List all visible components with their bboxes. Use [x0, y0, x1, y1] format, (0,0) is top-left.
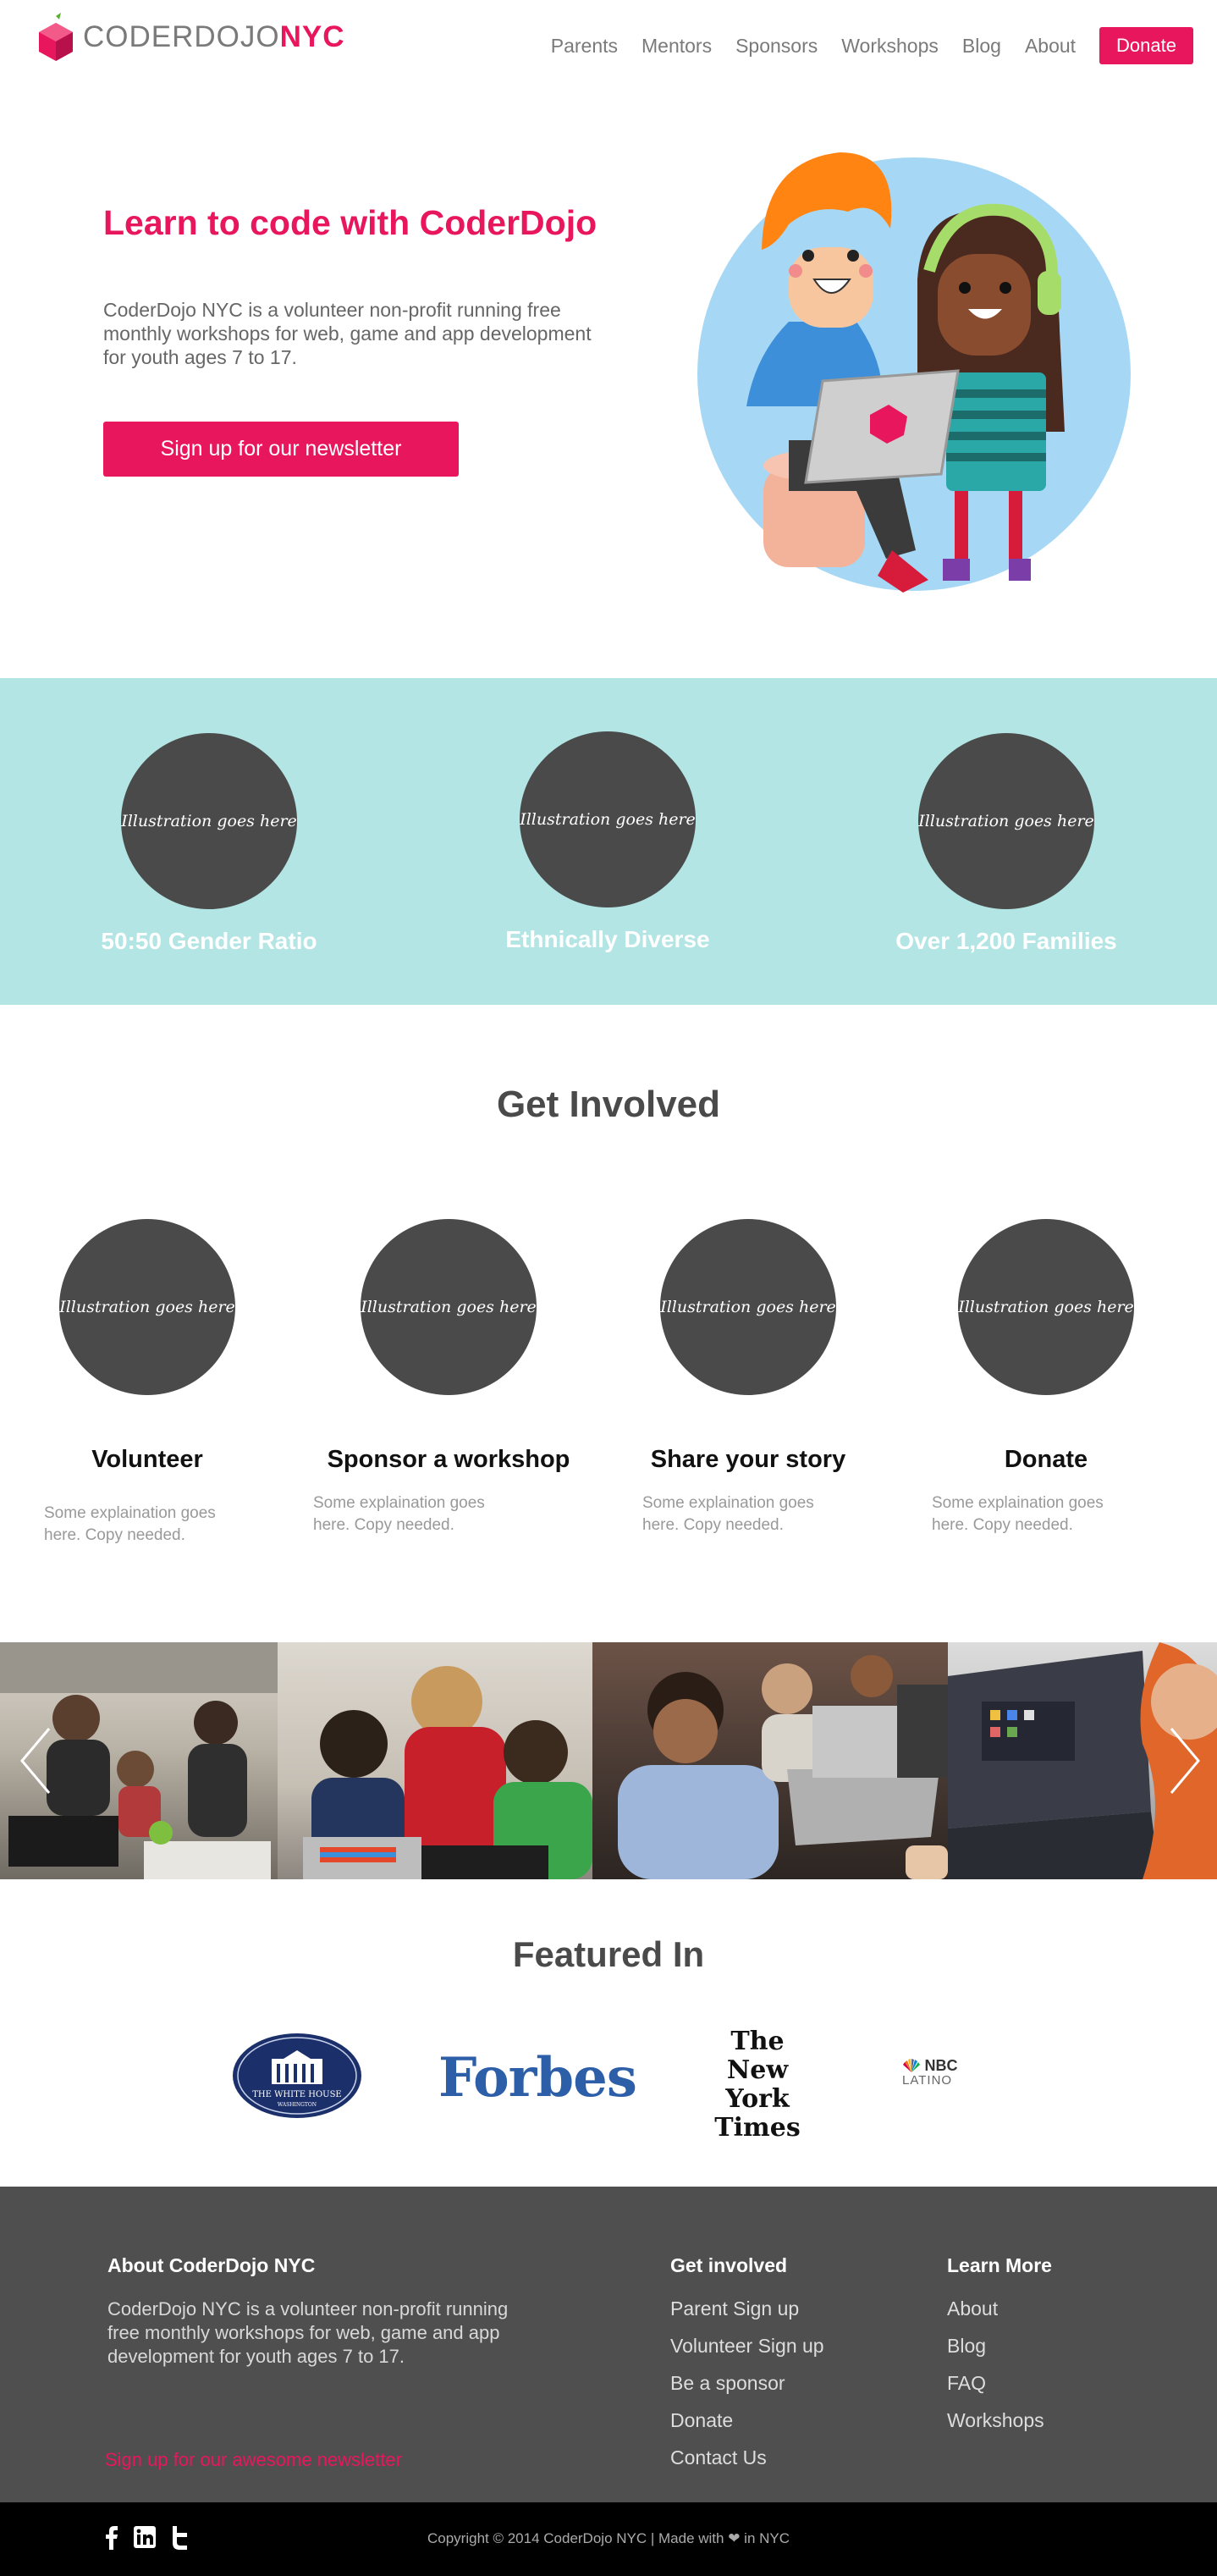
illustration-placeholder: Illustration goes here: [520, 731, 696, 907]
stat-label: Ethnically Diverse: [505, 926, 710, 952]
footer-learn-heading: Learn More: [947, 2254, 1052, 2276]
stat-families: Illustration goes here Over 1,200 Famili…: [824, 733, 1188, 955]
carousel-prev-arrow[interactable]: [19, 1727, 52, 1795]
hero-title: Learn to code with CoderDojo: [103, 203, 597, 242]
card-description: Some explaination goes here. Copy needed…: [642, 1494, 814, 1534]
card-description: Some explaination goes here. Copy needed…: [932, 1494, 1104, 1534]
footer-link-contact[interactable]: Contact Us: [670, 2446, 824, 2469]
featured-heading: Featured In: [512, 1934, 705, 1974]
nav-parents[interactable]: Parents: [551, 35, 618, 58]
card-description: Some explaination goes here. Copy needed…: [44, 1504, 216, 1544]
stat-label: 50:50 Gender Ratio: [101, 928, 317, 954]
footer-newsletter-link[interactable]: Sign up for our awesome newsletter: [105, 2449, 402, 2471]
site-header: CODERDOJONYC Parents Mentors Sponsors Wo…: [0, 0, 1217, 91]
card-title: Sponsor a workshop: [327, 1446, 570, 1473]
carousel-photo: [278, 1642, 592, 1879]
nyt-line: The: [730, 2027, 785, 2056]
carousel-photo: [592, 1642, 948, 1879]
footer-link-about[interactable]: About: [947, 2297, 1052, 2320]
site-footer: About CoderDojo NYC CoderDojo NYC is a v…: [0, 2187, 1217, 2502]
nyt-line: Times: [714, 2113, 801, 2143]
press-logos: THE WHITE HOUSE WASHINGTON Forbes The Ne…: [0, 2027, 1217, 2143]
footer-link-blog[interactable]: Blog: [947, 2335, 1052, 2358]
illustration-placeholder: Illustration goes here: [958, 1219, 1134, 1395]
photo-boy-on-laptop: [618, 1655, 948, 1879]
nav-donate-button[interactable]: Donate: [1099, 27, 1193, 64]
card-description: Some explaination goes here. Copy needed…: [313, 1494, 485, 1534]
nyt-line: New York: [725, 2055, 790, 2114]
white-house-logo[interactable]: THE WHITE HOUSE WASHINGTON: [231, 2032, 363, 2120]
illustration-placeholder: Illustration goes here: [361, 1219, 537, 1395]
get-involved-heading: Get Involved: [496, 1084, 721, 1125]
nbc-latino-logo[interactable]: NBC LATINO: [902, 2057, 978, 2088]
carousel-next-arrow[interactable]: [1168, 1727, 1202, 1795]
forbes-logo[interactable]: Forbes: [438, 2046, 637, 2110]
newsletter-signup-button[interactable]: Sign up for our newsletter: [103, 422, 459, 477]
nav-blog[interactable]: Blog: [962, 35, 1001, 58]
nav-mentors[interactable]: Mentors: [642, 35, 712, 58]
nyt-logo[interactable]: The New York Times: [702, 2027, 812, 2143]
illustration-placeholder: Illustration goes here: [121, 733, 297, 909]
nav-workshops[interactable]: Workshops: [841, 35, 939, 58]
footer-link-faq[interactable]: FAQ: [947, 2372, 1052, 2395]
nav-sponsors[interactable]: Sponsors: [735, 35, 818, 58]
card-volunteer[interactable]: Illustration goes here Volunteer Some ex…: [3, 1219, 291, 1547]
footer-link-donate[interactable]: Donate: [670, 2409, 824, 2432]
card-title: Volunteer: [91, 1446, 203, 1473]
photo-kids-with-laptops: [303, 1666, 592, 1879]
nav-about[interactable]: About: [1025, 35, 1076, 58]
footer-involved-heading: Get involved: [670, 2254, 788, 2276]
stat-diversity: Illustration goes here Ethnically Divers…: [426, 731, 790, 953]
card-sponsor[interactable]: Illustration goes here Sponsor a worksho…: [305, 1219, 592, 1536]
white-house-text: THE WHITE HOUSE: [252, 2090, 341, 2099]
card-title: Donate: [1004, 1446, 1088, 1473]
illustration-placeholder: Illustration goes here: [660, 1219, 836, 1395]
footer-about-heading: About CoderDojo NYC: [107, 2254, 316, 2276]
latino-text: LATINO: [902, 2073, 953, 2088]
stat-label: Over 1,200 Families: [895, 928, 1117, 954]
logo-wordmark: CODERDOJONYC: [83, 20, 345, 53]
photo-carousel: [0, 1642, 1217, 1879]
hero-description: CoderDojo NYC is a volunteer non-profit …: [103, 299, 592, 368]
card-title: Share your story: [650, 1446, 846, 1473]
footer-link-volunteer-signup[interactable]: Volunteer Sign up: [670, 2335, 824, 2358]
footer-learn-more: Learn More About Blog FAQ Workshops: [947, 2254, 1052, 2446]
nbc-peacock-icon: [903, 2058, 920, 2072]
kids-coding-illustration: [697, 152, 1131, 593]
stats-band: Illustration goes here 50:50 Gender Rati…: [0, 678, 1217, 1005]
card-share-story[interactable]: Illustration goes here Share your story …: [604, 1219, 892, 1536]
card-donate[interactable]: Illustration goes here Donate Some expla…: [902, 1219, 1190, 1536]
copyright-text: Copyright © 2014 CoderDojo NYC | Made wi…: [427, 2530, 790, 2546]
coderdojo-logo[interactable]: CODERDOJONYC: [37, 12, 345, 63]
footer-about: About CoderDojo NYC CoderDojo NYC is a v…: [107, 2254, 514, 2369]
footer-link-sponsor[interactable]: Be a sponsor: [670, 2372, 824, 2395]
footer-link-parent-signup[interactable]: Parent Sign up: [670, 2297, 824, 2320]
bottom-bar: Copyright © 2014 CoderDojo NYC | Made wi…: [0, 2502, 1217, 2576]
illustration-placeholder: Illustration goes here: [59, 1219, 235, 1395]
main-nav: Parents Mentors Sponsors Workshops Blog …: [551, 27, 1193, 64]
footer-link-workshops[interactable]: Workshops: [947, 2409, 1052, 2432]
footer-about-text: CoderDojo NYC is a volunteer non-profit …: [107, 2298, 509, 2367]
stat-gender: Illustration goes here 50:50 Gender Rati…: [27, 733, 391, 955]
illustration-placeholder: Illustration goes here: [918, 733, 1094, 909]
nbc-text: NBC: [924, 2057, 958, 2074]
white-house-subtext: WASHINGTON: [278, 2102, 317, 2108]
coderdojo-logo-icon: [39, 13, 73, 61]
footer-get-involved: Get involved Parent Sign up Volunteer Si…: [670, 2254, 824, 2484]
